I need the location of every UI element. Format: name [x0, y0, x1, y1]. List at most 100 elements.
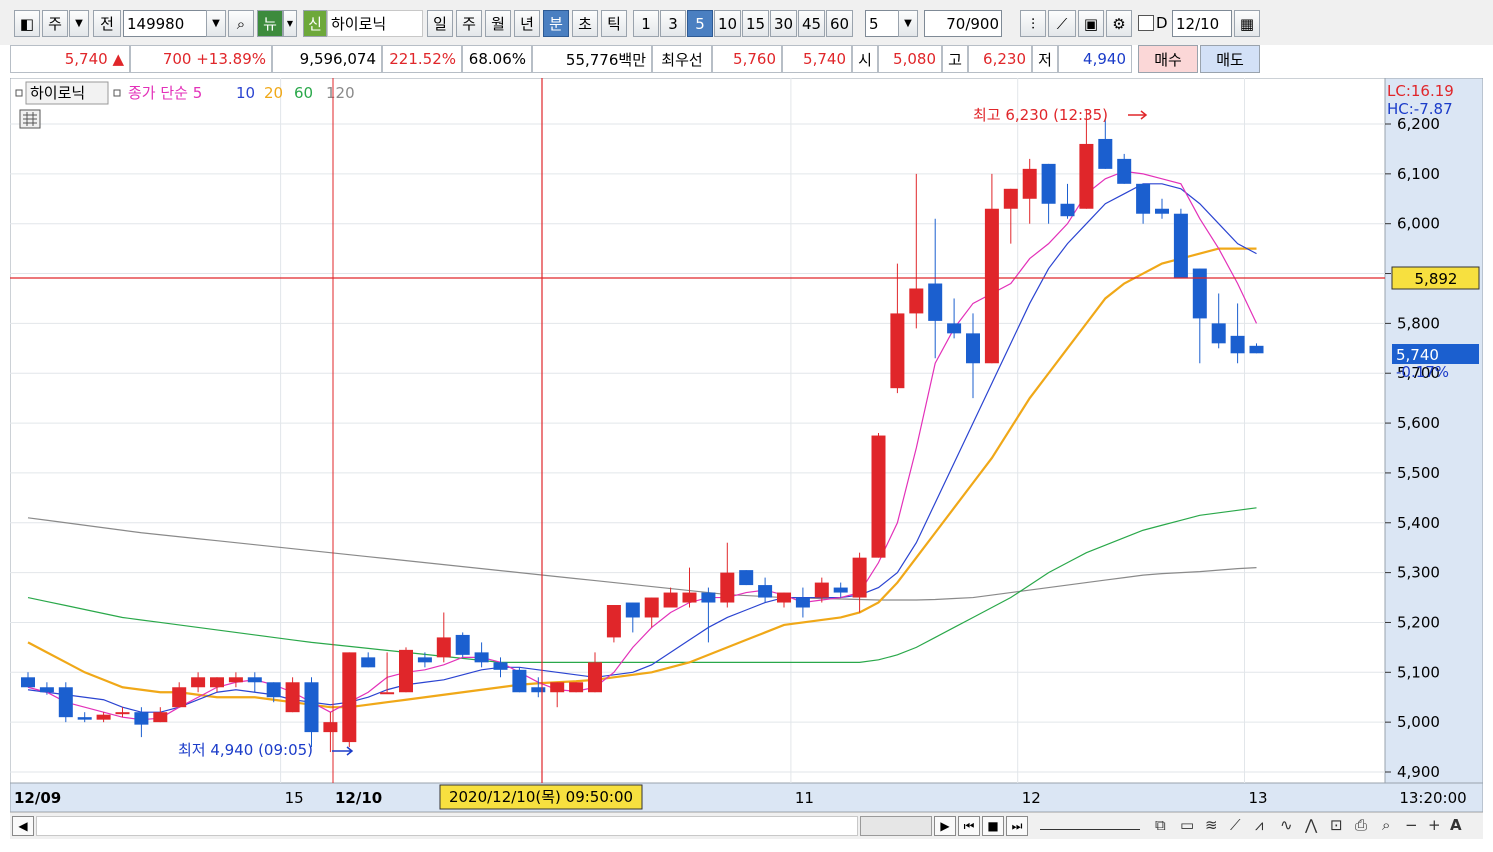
legend-ma20: 20: [264, 84, 283, 102]
save-icon[interactable]: ▣: [1078, 10, 1104, 37]
zoom-slider[interactable]: [1040, 821, 1140, 830]
interval-tab-60[interactable]: 60: [826, 10, 853, 37]
period-tab-1[interactable]: 주: [456, 10, 482, 37]
period-tab-6[interactable]: 틱: [601, 10, 627, 37]
candle-body: [153, 712, 168, 723]
period-tab-0[interactable]: 일: [427, 10, 453, 37]
hc-label: HC:-7.87: [1387, 100, 1453, 118]
bottom-toolbar: ◀ ▶ ⏮ ■ ⏭ ⧉ ▭ ≋ ⟋ ⩘ ∿ ⋀ ⊡ ⎙ ⌕ − + A: [10, 812, 1483, 839]
high-label: 고: [942, 45, 968, 73]
zoom-in-icon[interactable]: +: [1428, 816, 1441, 834]
current-price: 5,740 ▲: [10, 45, 130, 73]
chart-layout-icon[interactable]: ⧉: [1155, 816, 1166, 834]
interval-tab-45[interactable]: 45: [798, 10, 825, 37]
interval-tab-30[interactable]: 30: [770, 10, 797, 37]
low-price: 4,940: [1058, 45, 1132, 73]
candle-body: [21, 677, 35, 688]
interval-tab-5[interactable]: 5: [687, 10, 713, 37]
news-button[interactable]: 뉴: [257, 10, 283, 37]
y-tick-label: 5,400: [1397, 514, 1440, 532]
candle-body: [39, 687, 54, 693]
candle-body: [134, 712, 149, 725]
candle-body: [285, 682, 300, 713]
y-tick-label: 5,000: [1397, 713, 1440, 731]
prev-button[interactable]: 전: [93, 10, 121, 37]
count-display[interactable]: 70/900: [924, 10, 1002, 37]
high-annotation: 최고 6,230 (12:35): [973, 106, 1108, 124]
candle-body: [77, 717, 92, 720]
change: 700 +13.89%: [130, 45, 272, 73]
sell-button[interactable]: 매도: [1200, 45, 1260, 73]
interval-select[interactable]: 5: [865, 10, 899, 37]
period-type-button[interactable]: 주: [42, 10, 68, 37]
turnover: 68.06%: [462, 45, 532, 73]
interval-tab-15[interactable]: 15: [742, 10, 769, 37]
scroll-track[interactable]: [36, 816, 858, 836]
x-tick-label: 12/10: [335, 789, 382, 807]
zoom-out-icon[interactable]: −: [1405, 816, 1418, 834]
candle-body: [115, 712, 130, 715]
bid-price: 5,740: [782, 45, 852, 73]
print-icon[interactable]: ⎙: [1355, 816, 1367, 834]
candle-body: [720, 572, 735, 603]
y-tick-label: 5,800: [1397, 314, 1440, 332]
y-tick-label: 5,600: [1397, 414, 1440, 432]
count-total: /900: [965, 14, 999, 33]
scroll-right-icon[interactable]: ▶: [934, 816, 956, 836]
y-tick-label: 4,900: [1397, 763, 1440, 781]
stop-icon[interactable]: ■: [982, 816, 1004, 836]
period-tab-2[interactable]: 월: [485, 10, 511, 37]
window-icon[interactable]: ▭: [1180, 816, 1194, 834]
best-label: 최우선: [652, 45, 712, 73]
high-price: 6,230: [968, 45, 1032, 73]
interval-tab-1[interactable]: 1: [633, 10, 659, 37]
font-size-icon[interactable]: A: [1450, 816, 1462, 834]
indicator-icon[interactable]: ≋: [1205, 816, 1218, 834]
period-tab-3[interactable]: 년: [514, 10, 540, 37]
candle-body: [588, 662, 602, 693]
search-icon[interactable]: ⌕: [228, 10, 254, 37]
y-tick-label: 5,100: [1397, 663, 1440, 681]
candle-body: [1173, 213, 1188, 279]
interval-tab-10[interactable]: 10: [714, 10, 741, 37]
candle-body: [304, 682, 319, 733]
buy-button[interactable]: 매수: [1138, 45, 1198, 73]
candle-body: [1117, 158, 1132, 184]
candle-body: [1022, 168, 1037, 199]
period-type-dropdown-icon[interactable]: ▼: [69, 10, 89, 37]
fibo-icon[interactable]: ⩘: [1255, 816, 1263, 834]
rewind-icon[interactable]: ⏮: [958, 816, 980, 836]
window-menu-icon[interactable]: ◧: [14, 10, 40, 37]
fast-forward-icon[interactable]: ⏭: [1006, 816, 1028, 836]
code-input[interactable]: 149980: [123, 10, 207, 37]
pattern-icon[interactable]: ⋀: [1305, 816, 1317, 834]
period-tab-4[interactable]: 분: [543, 10, 569, 37]
scroll-thumb[interactable]: [860, 816, 932, 836]
period-tab-5[interactable]: 초: [572, 10, 598, 37]
change-pct: +13.89%: [196, 50, 266, 68]
drawing-tool-icon[interactable]: ⟋: [1048, 10, 1076, 37]
scroll-left-icon[interactable]: ◀: [12, 816, 34, 836]
x-tick-label: 13: [1249, 789, 1268, 807]
date-checkbox[interactable]: [1138, 15, 1154, 31]
interval-tab-3[interactable]: 3: [660, 10, 686, 37]
x-tick-label: 11: [795, 789, 814, 807]
up-arrow-icon: ▲: [112, 50, 124, 68]
y-tick-label: 5,500: [1397, 464, 1440, 482]
open-label: 시: [852, 45, 878, 73]
settings-gear-icon[interactable]: ⚙: [1106, 10, 1132, 37]
crosshair-time: 2020/12/10(목) 09:50:00: [449, 788, 633, 806]
code-dropdown-icon[interactable]: ▼: [206, 10, 226, 37]
candle-body: [966, 333, 980, 364]
interval-dropdown-icon[interactable]: ▼: [898, 10, 918, 37]
calendar-icon[interactable]: ▦: [1234, 10, 1260, 37]
compare-icon[interactable]: ⊡: [1330, 816, 1343, 834]
wave-icon[interactable]: ∿: [1280, 816, 1293, 834]
date-input[interactable]: 12/10: [1172, 10, 1232, 37]
candlestick-chart[interactable]: 4,900 5,000 5,100 5,200 5,300 5,400 5,500 5,600…: [10, 78, 1483, 812]
zoom-search-icon[interactable]: ⌕: [1382, 816, 1390, 834]
news-dropdown-icon[interactable]: ▼: [283, 10, 297, 37]
trendline-icon[interactable]: ⟋: [1230, 816, 1241, 834]
chart-type-icon[interactable]: ⫶: [1020, 10, 1046, 37]
legend-ma5: 5: [193, 84, 203, 102]
